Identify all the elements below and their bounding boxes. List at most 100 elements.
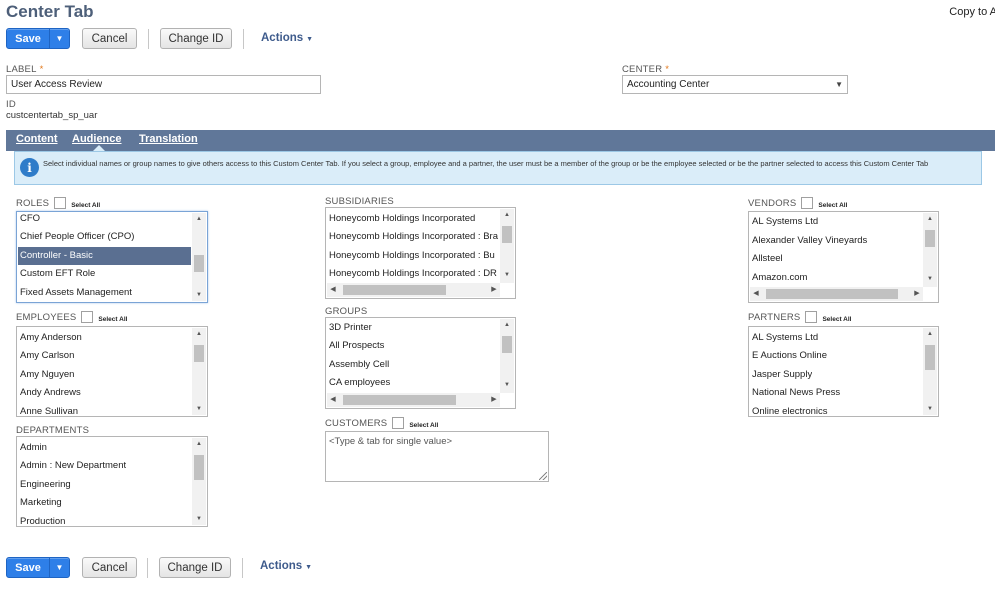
scroll-thumb[interactable] — [925, 230, 935, 247]
employees-select-all-checkbox[interactable] — [81, 311, 94, 323]
scroll-down-icon[interactable]: ▼ — [923, 273, 937, 285]
scroll-thumb[interactable] — [925, 345, 935, 370]
scroll-down-icon[interactable]: ▼ — [500, 379, 514, 391]
scroll-thumb[interactable] — [343, 395, 456, 405]
actions-label[interactable]: Actions — [261, 32, 303, 44]
scroll-thumb[interactable] — [502, 336, 512, 353]
roles-select-all-checkbox[interactable] — [54, 197, 67, 209]
list-item[interactable]: Online electronics — [752, 406, 828, 416]
vendors-vscrollbar[interactable]: ▲ ▼ — [923, 213, 937, 287]
list-item[interactable]: Chief People Officer (CPO) — [20, 231, 134, 242]
scroll-thumb[interactable] — [343, 285, 446, 295]
scroll-up-icon[interactable]: ▲ — [192, 328, 206, 340]
list-item[interactable]: Honeycomb Holdings Incorporated : Bu — [329, 250, 499, 261]
departments-scrollbar[interactable]: ▲ ▼ — [192, 438, 206, 525]
label-input[interactable]: User Access Review — [6, 75, 321, 94]
scroll-thumb[interactable] — [502, 226, 512, 243]
groups-hscrollbar[interactable]: ◀ ▶ — [327, 393, 500, 407]
scroll-up-icon[interactable]: ▲ — [192, 213, 206, 225]
list-item[interactable]: Anne Sullivan — [20, 406, 78, 416]
save-button-label[interactable]: Save — [7, 558, 50, 577]
scroll-right-icon[interactable]: ▶ — [488, 393, 500, 407]
list-item[interactable]: AL Systems Ltd — [752, 332, 818, 343]
customers-select-all-checkbox[interactable] — [392, 417, 405, 429]
employees-list[interactable]: Amy Anderson Amy Carlson Amy Nguyen Andy… — [16, 326, 208, 417]
subsidiaries-hscrollbar[interactable]: ◀ ▶ — [327, 283, 500, 297]
scroll-left-icon[interactable]: ◀ — [750, 287, 762, 301]
list-item[interactable]: National News Press — [752, 387, 840, 398]
employees-scrollbar[interactable]: ▲ ▼ — [192, 328, 206, 415]
roles-scrollbar[interactable]: ▲ ▼ — [192, 213, 206, 301]
partners-scrollbar[interactable]: ▲ ▼ — [923, 328, 937, 415]
list-item[interactable]: Admin : New Department — [20, 460, 126, 471]
scroll-right-icon[interactable]: ▶ — [911, 287, 923, 301]
scroll-right-icon[interactable]: ▶ — [488, 283, 500, 297]
copy-to-link[interactable]: Copy to A — [949, 6, 995, 18]
list-item[interactable]: Amazon.com — [752, 272, 807, 283]
list-item[interactable]: Amy Anderson — [20, 332, 82, 343]
partners-list[interactable]: AL Systems Ltd E Auctions Online Jasper … — [748, 326, 939, 417]
resize-handle-icon[interactable] — [539, 472, 547, 480]
list-item[interactable]: AL Systems Ltd — [752, 216, 818, 227]
scroll-thumb[interactable] — [194, 345, 204, 362]
list-item[interactable]: Custom EFT Role — [20, 268, 95, 279]
actions-menu[interactable]: Actions ▼ — [261, 32, 313, 44]
actions-menu-bottom[interactable]: Actions ▼ — [260, 560, 312, 572]
tab-audience[interactable]: Audience — [72, 133, 122, 145]
center-select[interactable]: Accounting Center ▼ — [622, 75, 848, 94]
scroll-down-icon[interactable]: ▼ — [192, 403, 206, 415]
customers-input[interactable]: <Type & tab for single value> — [325, 431, 549, 482]
groups-vscrollbar[interactable]: ▲ ▼ — [500, 319, 514, 393]
scroll-left-icon[interactable]: ◀ — [327, 283, 339, 297]
list-item[interactable]: CFO — [20, 213, 40, 224]
change-id-button-bottom[interactable]: Change ID — [159, 557, 231, 578]
chevron-down-icon[interactable]: ▼ — [835, 80, 843, 89]
actions-label[interactable]: Actions — [260, 560, 302, 572]
list-item[interactable]: Honeycomb Holdings Incorporated : Bra — [329, 231, 499, 242]
list-item[interactable]: Honeycomb Holdings Incorporated — [329, 213, 499, 224]
groups-list[interactable]: 3D Printer All Prospects Assembly Cell C… — [325, 317, 516, 409]
tab-translation[interactable]: Translation — [139, 133, 198, 145]
list-item[interactable]: Fixed Assets Management — [20, 287, 132, 298]
scroll-down-icon[interactable]: ▼ — [500, 269, 514, 281]
save-button-bottom[interactable]: Save ▼ — [6, 557, 70, 578]
cancel-button-bottom[interactable]: Cancel — [82, 557, 137, 578]
departments-list[interactable]: Admin Admin : New Department Engineering… — [16, 436, 208, 527]
list-item[interactable]: Alexander Valley Vineyards — [752, 235, 867, 246]
vendors-select-all-checkbox[interactable] — [801, 197, 814, 209]
roles-list[interactable]: CFO Chief People Officer (CPO) Controlle… — [16, 211, 208, 303]
tab-content[interactable]: Content — [16, 133, 58, 145]
save-dropdown-icon[interactable]: ▼ — [50, 558, 69, 577]
subsidiaries-vscrollbar[interactable]: ▲ ▼ — [500, 209, 514, 283]
partners-select-all-checkbox[interactable] — [805, 311, 818, 323]
list-item[interactable]: 3D Printer — [329, 322, 372, 333]
save-button[interactable]: Save ▼ — [6, 28, 70, 49]
scroll-up-icon[interactable]: ▲ — [923, 328, 937, 340]
subsidiaries-list[interactable]: Honeycomb Holdings Incorporated Honeycom… — [325, 207, 516, 299]
vendors-hscrollbar[interactable]: ◀ ▶ — [750, 287, 923, 301]
save-dropdown-icon[interactable]: ▼ — [50, 29, 69, 48]
list-item[interactable]: Amy Nguyen — [20, 369, 74, 380]
scroll-thumb[interactable] — [194, 255, 204, 272]
list-item[interactable]: Allsteel — [752, 253, 783, 264]
list-item[interactable]: Honeycomb Holdings Incorporated : DR — [329, 268, 499, 279]
scroll-up-icon[interactable]: ▲ — [500, 319, 514, 331]
list-item[interactable]: CA employees — [329, 377, 390, 388]
scroll-up-icon[interactable]: ▲ — [923, 213, 937, 225]
scroll-thumb[interactable] — [766, 289, 898, 299]
list-item[interactable]: All Prospects — [329, 340, 384, 351]
scroll-up-icon[interactable]: ▲ — [192, 438, 206, 450]
list-item[interactable]: E Auctions Online — [752, 350, 827, 361]
list-item[interactable]: Marketing — [20, 497, 62, 508]
scroll-up-icon[interactable]: ▲ — [500, 209, 514, 221]
list-item[interactable]: Jasper Supply — [752, 369, 812, 380]
save-button-label[interactable]: Save — [7, 29, 50, 48]
scroll-left-icon[interactable]: ◀ — [327, 393, 339, 407]
scroll-down-icon[interactable]: ▼ — [923, 403, 937, 415]
list-item[interactable]: Andy Andrews — [20, 387, 81, 398]
scroll-down-icon[interactable]: ▼ — [192, 289, 206, 301]
cancel-button[interactable]: Cancel — [82, 28, 137, 49]
vendors-list[interactable]: AL Systems Ltd Alexander Valley Vineyard… — [748, 211, 939, 303]
list-item-selected[interactable]: Controller - Basic — [18, 247, 191, 265]
list-item[interactable]: Amy Carlson — [20, 350, 74, 361]
